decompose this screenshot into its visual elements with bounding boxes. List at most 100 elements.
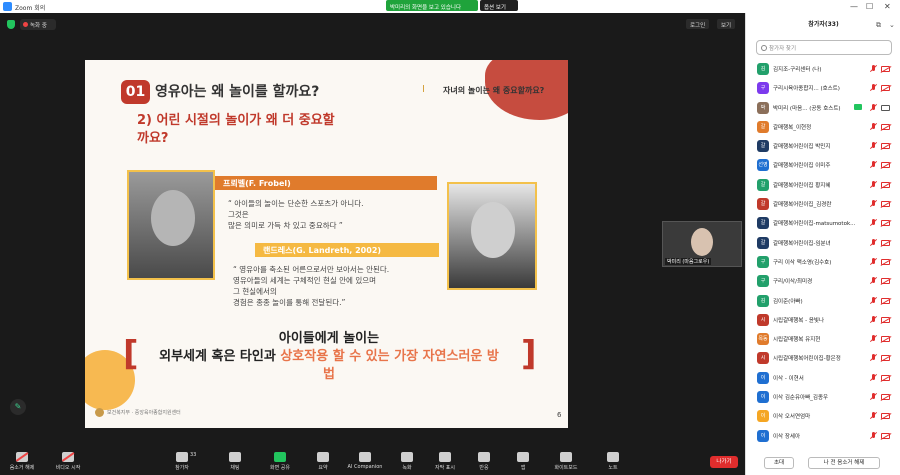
participant-row[interactable]: 김 김지조-구리센터 (나) <box>746 60 900 79</box>
participant-name: 갈매행복어린이집 박민지 <box>773 144 831 151</box>
whiteboard-button[interactable]: 화이트보드 <box>546 452 586 471</box>
froebel-name-bar: 프뢰벨(F. Frobel) <box>215 176 437 190</box>
search-icon <box>761 45 767 51</box>
participant-name: 김이준(아빠) <box>773 298 803 305</box>
participant-avatar: 이 <box>757 391 769 404</box>
whiteboard-icon <box>560 452 572 462</box>
participant-row[interactable]: 갈 갈매행복어린이집-matsumotok... <box>746 214 900 233</box>
participant-row[interactable]: 구 구리시육아종합지... (호스트) <box>746 79 900 98</box>
meeting-top-bar: 녹화 중 로그인 보기 <box>0 13 745 35</box>
participant-name: 이삭 장세아 <box>773 433 801 440</box>
start-video-button[interactable]: 비디오 시작 <box>48 452 88 471</box>
participant-list: 김 김지조-구리센터 (나) 구 구리시육아종합지... (호스트) 박 박미리 (마음.… <box>746 60 900 446</box>
unmute-all-button[interactable]: 나 전 음소거 해제 <box>808 457 880 469</box>
sign-in-button[interactable]: 로그인 <box>686 19 710 29</box>
participant-row[interactable]: 박 박미리 (마음... (공동 호스트) <box>746 99 900 118</box>
participant-row[interactable]: 구 구리/이삭/최미경 <box>746 272 900 291</box>
screen-share-banner: 박미리의 화면을 보고 있습니다 <box>386 0 478 11</box>
participant-avatar: 구 <box>757 275 769 288</box>
annotate-pencil-icon[interactable]: ✎ <box>10 399 26 415</box>
popout-icon[interactable]: ⧉ <box>876 13 881 37</box>
mic-muted-icon <box>870 142 877 150</box>
mic-muted-icon <box>870 200 877 208</box>
participant-row[interactable]: 갈 갈매행복어린이집_김경란 <box>746 195 900 214</box>
view-button[interactable]: 보기 <box>717 19 736 29</box>
participant-row[interactable]: 시 시립갈매행복 - 윤빛나 <box>746 311 900 330</box>
mic-muted-icon <box>870 373 877 382</box>
view-options-button[interactable]: 옵션 보기 <box>480 0 518 11</box>
participant-row[interactable]: 갈 갈매행복어린이집-임분녀 <box>746 234 900 253</box>
participant-avatar: 갈 <box>757 120 769 133</box>
participant-avatar: 이 <box>757 429 769 442</box>
slide-subtitle: 2) 어린 시절의 놀이가 왜 더 중요할 까요? <box>137 112 397 148</box>
share-screen-button[interactable]: 화면 공유 <box>260 452 300 471</box>
toolbar-label: 음소거 해제 <box>9 465 35 471</box>
participant-row[interactable]: 시 시립갈매행복어린이집-황은정 <box>746 349 900 368</box>
mic-muted-icon <box>870 238 877 247</box>
recording-indicator[interactable]: 녹화 중 <box>20 19 56 30</box>
footer-text: 보건복지부 · 중앙육아종합지원센터 <box>107 410 181 416</box>
participant-row[interactable]: 이 이삭 - 이현서 <box>746 369 900 388</box>
slide-conclusion: 아이들에게 놀이는 외부세계 혹은 타인과 상호작용 할 수 있는 가장 자연스… <box>129 330 529 384</box>
participant-name: 갈매행복_이현정 <box>773 124 812 131</box>
participant-avatar: 박 <box>757 101 769 114</box>
participant-row[interactable]: 갈 갈매행복_이현정 <box>746 118 900 137</box>
participant-avatar: 구 <box>757 255 769 268</box>
reactions-button[interactable]: 반응 <box>464 452 504 471</box>
ai-sparkle-icon <box>359 452 371 462</box>
participant-row[interactable]: 갈 갈매행복어린이집 황지혜 <box>746 176 900 195</box>
camera-off-icon <box>881 201 890 208</box>
minimize-icon[interactable]: — <box>850 2 858 11</box>
participant-name: 갈매행복어린이집 황지혜 <box>773 182 831 189</box>
close-icon[interactable]: ✕ <box>884 2 891 11</box>
participant-row[interactable]: 선영 갈매행복어린이집 이미주 <box>746 156 900 175</box>
camera-off-icon <box>881 432 890 439</box>
participant-row[interactable]: 이 이삭 김순유아빠_김종우 <box>746 388 900 407</box>
conclusion-line: 외부세계 혹은 타인과 상호작용 할 수 있는 가장 자연스러운 방 <box>129 348 529 366</box>
record-button[interactable]: 녹화 <box>387 452 427 471</box>
invite-button[interactable]: 초대 <box>764 457 794 469</box>
security-shield-icon[interactable] <box>7 20 15 29</box>
unmute-button[interactable]: 음소거 해제 <box>2 452 42 471</box>
camera-off-icon <box>881 220 890 227</box>
participant-row[interactable]: 구 구리 이삭 맥소영(김수호) <box>746 253 900 272</box>
slide-page-number: 6 <box>557 411 562 419</box>
camera-off-icon <box>881 143 890 150</box>
participant-name: 갈매행복어린이집-matsumotok... <box>773 221 856 228</box>
participant-avatar: 목동 <box>757 333 769 346</box>
participant-row[interactable]: 갈 갈매행복어린이집 박민지 <box>746 137 900 156</box>
self-video-thumbnail[interactable]: 박미리 (마음그로우) <box>662 221 742 267</box>
toolbar-label: 자막 표시 <box>435 465 455 471</box>
participant-name: 시립갈매행복 유지현 <box>773 337 821 344</box>
ai-companion-button[interactable]: AI Companion <box>345 452 385 470</box>
participant-avatar: 이 <box>757 371 769 384</box>
apps-button[interactable]: 앱 <box>503 452 543 471</box>
quote-line: 많은 의미로 가득 차 있고 중요하다 ” <box>228 221 343 230</box>
notes-button[interactable]: 노트 <box>593 452 633 471</box>
participants-panel: 참가자(33) ⧉ ⌄ 참가자 찾기 김 김지조-구리센터 (나) 구 구리시육아종합… <box>745 13 900 475</box>
participant-search-input[interactable]: 참가자 찾기 <box>756 40 892 55</box>
maximize-icon[interactable]: ☐ <box>866 2 873 11</box>
participant-row[interactable]: 목동 시립갈매행복 유지현 <box>746 330 900 349</box>
chat-button[interactable]: 채팅 <box>215 452 255 471</box>
mic-muted-icon <box>870 257 877 266</box>
mic-muted-icon <box>870 180 877 189</box>
mic-muted-icon <box>870 296 877 305</box>
quote-line: 그 현실에서의 <box>233 287 277 296</box>
leave-button[interactable]: 나가기 <box>710 456 738 468</box>
participants-panel-footer: 초대 나 전 음소거 해제 <box>746 454 900 474</box>
portrait-face <box>151 190 195 246</box>
camera-off-icon <box>881 278 890 285</box>
participant-row[interactable]: 이 이삭 오서연엄마 <box>746 407 900 426</box>
participant-row[interactable]: 김 김이준(아빠) <box>746 292 900 311</box>
participant-avatar: 갈 <box>757 198 769 211</box>
camera-off-icon <box>881 162 890 169</box>
mic-muted-icon <box>870 354 877 362</box>
participant-row[interactable]: 이 이삭 장세아 <box>746 427 900 446</box>
collapse-icon[interactable]: ⌄ <box>889 13 895 37</box>
search-placeholder: 참가자 찾기 <box>769 46 797 52</box>
slide-side-title: 자녀의 놀이는 왜 중요할까요? <box>443 86 545 95</box>
captions-button[interactable]: 자막 표시 <box>425 452 465 471</box>
summary-button[interactable]: 요약 <box>303 452 343 471</box>
mic-muted-icon <box>870 122 877 131</box>
